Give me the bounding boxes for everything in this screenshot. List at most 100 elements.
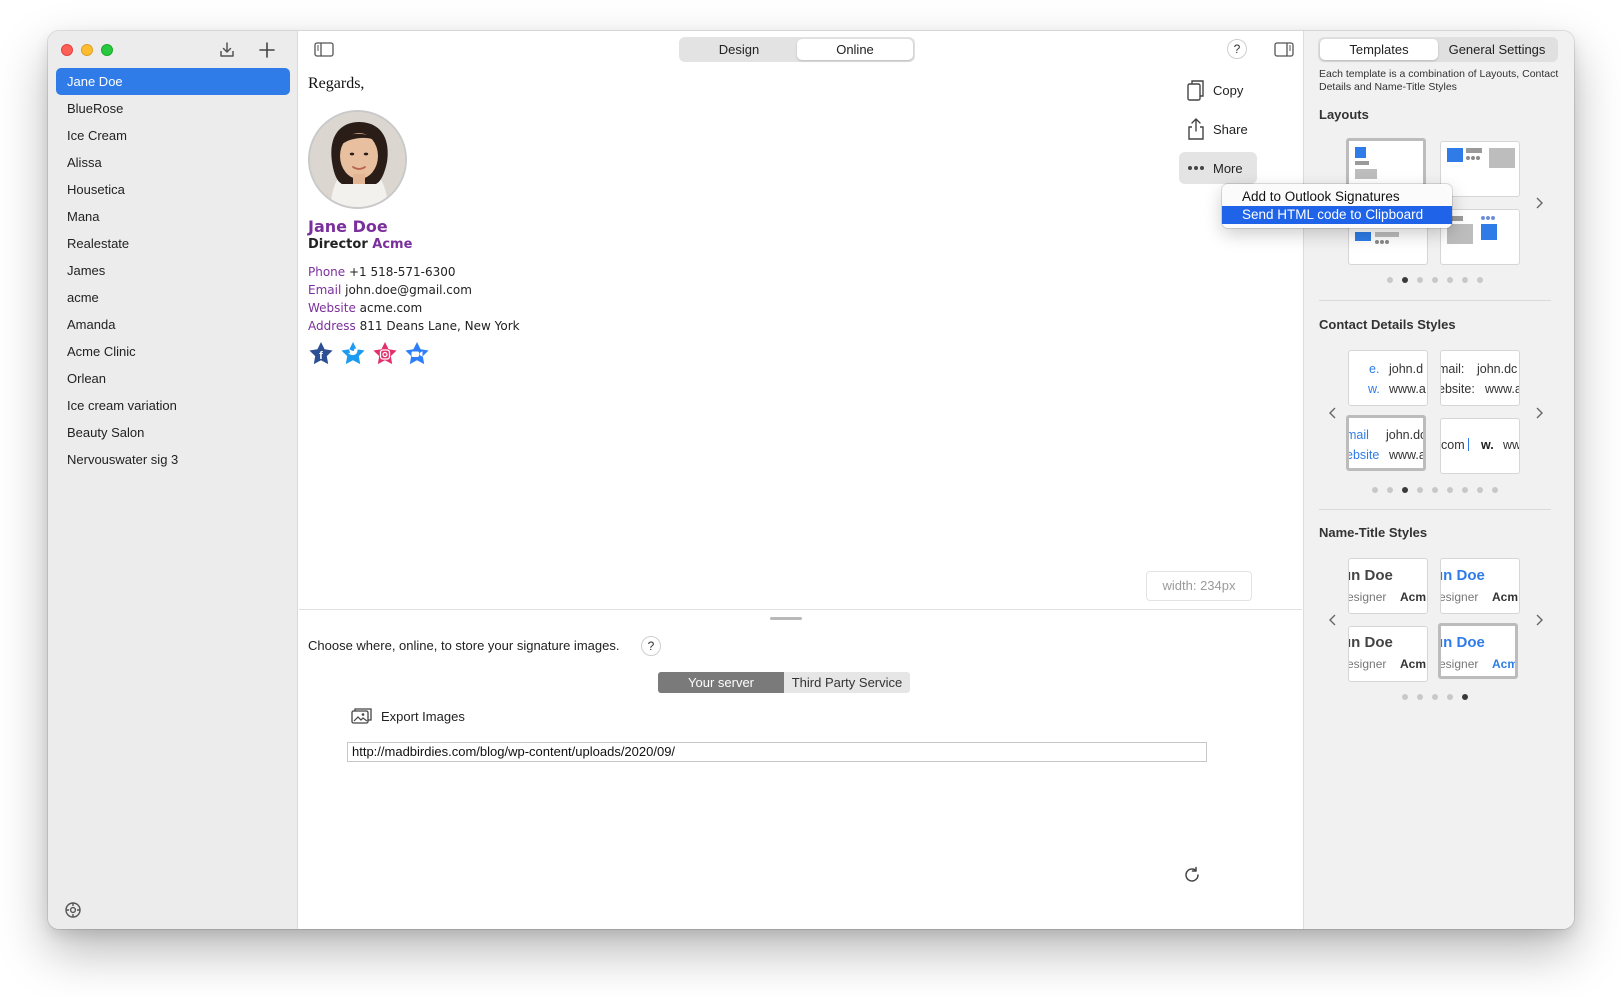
page-dot[interactable] <box>1402 694 1408 700</box>
page-dot[interactable] <box>1447 277 1453 283</box>
refresh-icon[interactable] <box>1181 864 1203 886</box>
image-url-field[interactable]: http://madbirdies.com/blog/wp-content/up… <box>347 742 1207 762</box>
menu-add-to-outlook[interactable]: Add to Outlook Signatures <box>1222 188 1452 206</box>
signature-list-item[interactable]: Alissa <box>56 149 290 176</box>
page-dot[interactable] <box>1432 487 1438 493</box>
split-handle[interactable] <box>770 617 802 620</box>
contact-next-arrow[interactable] <box>1532 406 1546 420</box>
signature-list-item[interactable]: Mana <box>56 203 290 230</box>
contact-detail-row: Phone +1 518-571-6300 <box>308 263 520 281</box>
thumb-company: Acm <box>1400 590 1427 604</box>
thumb-name: ın Doe <box>1348 567 1393 584</box>
more-menu: Add to Outlook Signatures Send HTML code… <box>1222 184 1452 228</box>
page-dot[interactable] <box>1432 694 1438 700</box>
contact-styles-pager <box>1372 487 1498 493</box>
page-dot[interactable] <box>1402 277 1408 283</box>
page-dot[interactable] <box>1477 277 1483 283</box>
thumb-label: e. <box>1369 362 1380 376</box>
contact-style-thumb[interactable]: mail: john.dc ebsite: www.a <box>1440 350 1520 406</box>
signature-list-item[interactable]: Ice cream variation <box>56 392 290 419</box>
signature-list-item[interactable]: Nervouswater sig 3 <box>56 446 290 473</box>
tab-templates[interactable]: Templates <box>1320 39 1438 60</box>
thumb-value: john.dc <box>1386 428 1426 442</box>
thumb-role: esigner <box>1439 657 1479 671</box>
thumb-value: www.a <box>1485 382 1520 396</box>
layout-thumb[interactable] <box>1440 141 1520 197</box>
thumb-company: Acm <box>1492 590 1519 604</box>
thumb-role: esigner <box>1440 590 1479 604</box>
layouts-next-arrow[interactable] <box>1532 196 1546 210</box>
name-title-style-thumb[interactable]: ın Doe esigner Acm <box>1440 558 1520 614</box>
name-title-prev-arrow[interactable] <box>1326 613 1340 627</box>
signature-list-item[interactable]: Ice Cream <box>56 122 290 149</box>
name-title-style-thumb[interactable]: ın Doe esigner Acm <box>1438 623 1518 679</box>
option-third-party[interactable]: Third Party Service <box>784 672 910 693</box>
job-title: Director <box>308 237 368 252</box>
more-button[interactable]: More <box>1179 152 1257 184</box>
page-dot[interactable] <box>1447 487 1453 493</box>
share-button[interactable]: Share <box>1179 113 1257 145</box>
page-dot[interactable] <box>1462 487 1468 493</box>
thumb-value: www.a <box>1389 448 1426 462</box>
section-divider <box>1319 300 1551 301</box>
signature-list-item[interactable]: James <box>56 257 290 284</box>
contact-prev-arrow[interactable] <box>1326 406 1340 420</box>
contact-style-thumb[interactable]: e. john.d w. www.a <box>1348 350 1428 406</box>
option-your-server[interactable]: Your server <box>658 672 784 693</box>
signature-list-item[interactable]: Amanda <box>56 311 290 338</box>
thumb-label: w. <box>1481 438 1494 452</box>
page-dot[interactable] <box>1387 487 1393 493</box>
signature-name: Jane Doe <box>308 217 388 236</box>
name-title-style-thumb[interactable]: ın Doe esigner Acm <box>1348 626 1428 682</box>
name-title-style-thumb[interactable]: ın Doe esigner Acm <box>1348 558 1428 614</box>
export-images-label: Export Images <box>381 708 465 724</box>
contact-style-thumb[interactable]: mail john.dc ebsite www.a <box>1346 415 1426 471</box>
signature-list-item[interactable]: Acme Clinic <box>56 338 290 365</box>
contact-detail-value: 811 Deans Lane, New York <box>359 319 520 333</box>
page-dot[interactable] <box>1417 277 1423 283</box>
thumb-name: ın Doe <box>1439 634 1485 651</box>
add-signature-icon[interactable] <box>254 37 280 63</box>
contact-details: Phone +1 518-571-6300 Email john.doe@gmai… <box>308 263 520 335</box>
storage-help-button[interactable]: ? <box>641 636 661 656</box>
page-dot[interactable] <box>1372 487 1378 493</box>
page-dot[interactable] <box>1402 487 1408 493</box>
page-dot[interactable] <box>1417 694 1423 700</box>
page-dot[interactable] <box>1462 277 1468 283</box>
page-dot[interactable] <box>1492 487 1498 493</box>
signature-list-item[interactable]: Realestate <box>56 230 290 257</box>
contact-detail-value: acme.com <box>359 301 423 315</box>
signature-list-item[interactable]: Orlean <box>56 365 290 392</box>
signature-list-item[interactable]: Housetica <box>56 176 290 203</box>
thumb-company: Acm <box>1492 657 1518 671</box>
settings-gear-icon[interactable] <box>62 899 84 921</box>
contact-styles-title: Contact Details Styles <box>1319 317 1456 332</box>
contact-style-thumb[interactable]: com w. ww <box>1440 418 1520 474</box>
signature-list-item[interactable]: Beauty Salon <box>56 419 290 446</box>
inspector-panel: Templates General Settings Each template… <box>1303 31 1574 929</box>
copy-button[interactable]: Copy <box>1179 74 1257 106</box>
menu-send-html-clipboard[interactable]: Send HTML code to Clipboard <box>1222 206 1452 224</box>
greeting-text: Regards, <box>308 75 365 92</box>
signature-list-item[interactable]: BlueRose <box>56 95 290 122</box>
import-icon[interactable] <box>214 37 240 63</box>
page-dot[interactable] <box>1477 487 1483 493</box>
page-dot[interactable] <box>1447 694 1453 700</box>
window-zoom-button[interactable] <box>101 44 113 56</box>
layout-thumb[interactable] <box>1440 209 1520 265</box>
thumb-role: esigner <box>1348 590 1387 604</box>
signature-list-item[interactable]: acme <box>56 284 290 311</box>
page-dot[interactable] <box>1417 487 1423 493</box>
page-dot[interactable] <box>1462 694 1468 700</box>
page-dot[interactable] <box>1387 277 1393 283</box>
export-images-button[interactable]: Export Images <box>351 707 465 725</box>
thumb-value: ww <box>1503 438 1520 452</box>
page-dot[interactable] <box>1432 277 1438 283</box>
tab-general-settings[interactable]: General Settings <box>1438 39 1556 60</box>
name-title-next-arrow[interactable] <box>1532 613 1546 627</box>
window-close-button[interactable] <box>61 44 73 56</box>
window-minimize-button[interactable] <box>81 44 93 56</box>
export-images-icon <box>351 708 372 724</box>
storage-selector: Your server Third Party Service <box>658 672 910 693</box>
signature-list-item[interactable]: Jane Doe <box>56 68 290 95</box>
